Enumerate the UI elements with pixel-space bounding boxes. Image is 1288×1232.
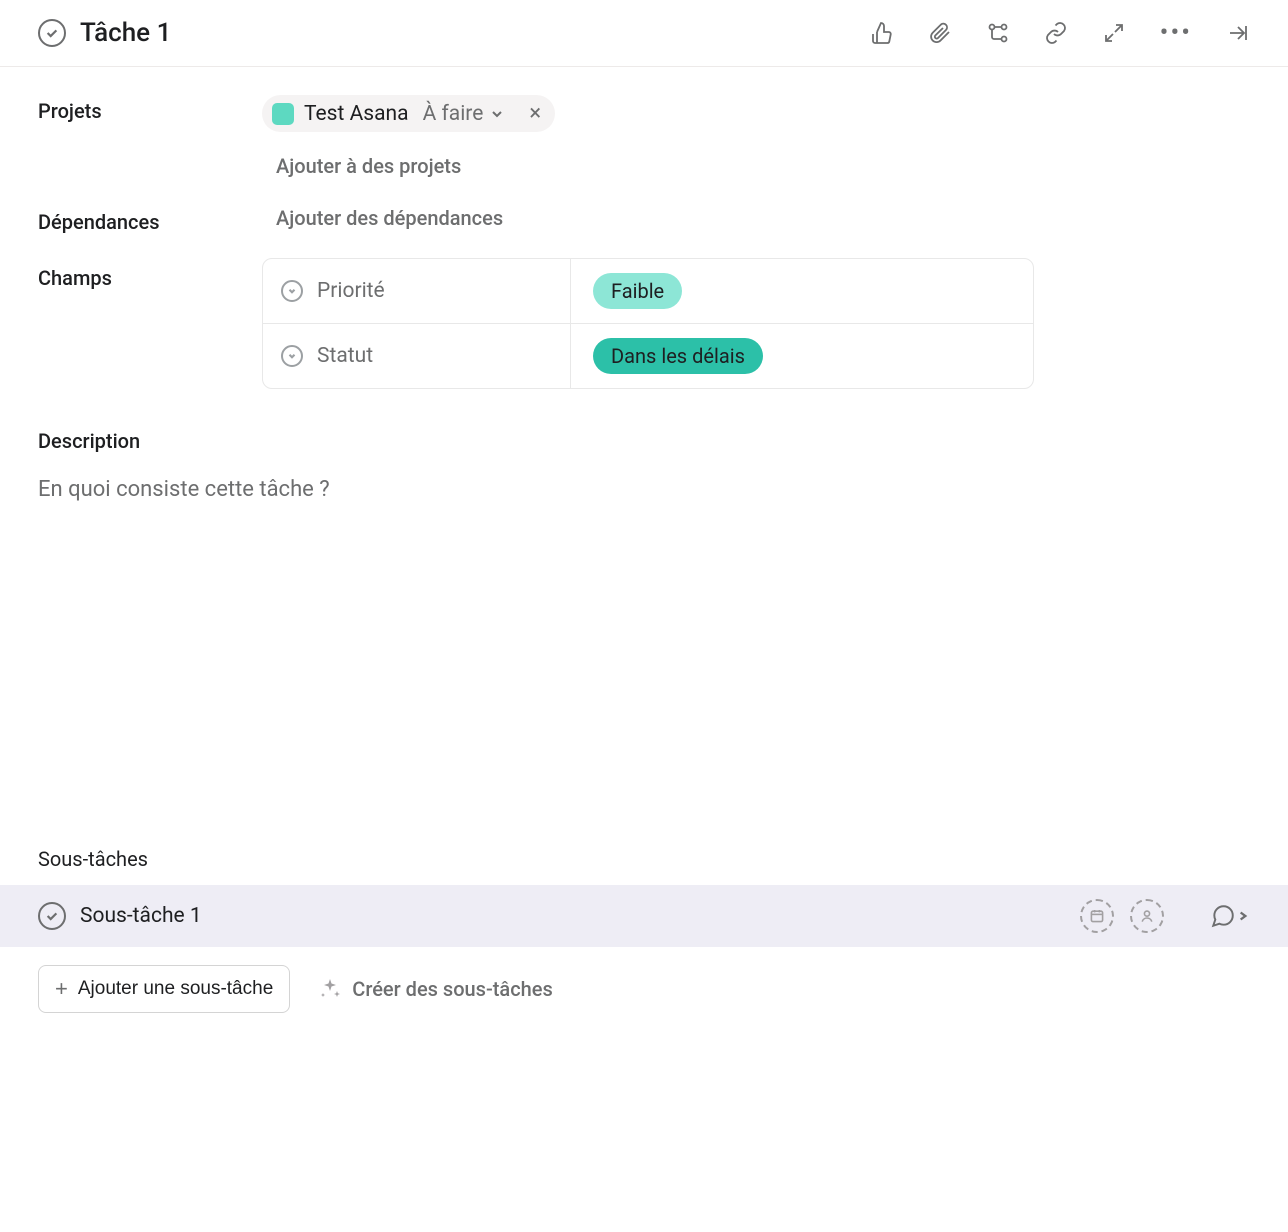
subtask-assignee-button[interactable] — [1130, 899, 1164, 933]
project-name: Test Asana — [304, 102, 409, 126]
remove-project-icon[interactable]: × — [529, 101, 541, 126]
task-header: Tâche 1 ••• — [0, 0, 1288, 67]
header-left: Tâche 1 — [38, 18, 171, 48]
dependencies-label: Dépendances — [38, 206, 262, 234]
link-icon[interactable] — [1044, 21, 1068, 45]
dependencies-row: Dépendances Ajouter des dépendances — [38, 206, 1250, 234]
subtask-details-button[interactable] — [1210, 903, 1250, 929]
fields-table: Priorité Faible Statut Dans les délais — [262, 258, 1034, 389]
plus-icon: + — [55, 976, 68, 1002]
dropdown-icon — [281, 345, 303, 367]
dropdown-icon — [281, 280, 303, 302]
add-subtask-button[interactable]: + Ajouter une sous-tâche — [38, 965, 290, 1013]
attachment-icon[interactable] — [928, 21, 952, 45]
custom-fields-label: Champs — [38, 262, 262, 290]
priority-pill: Faible — [593, 273, 682, 309]
expand-icon[interactable] — [1102, 21, 1126, 45]
sparkle-icon — [318, 977, 342, 1001]
projects-row: Projets Test Asana À faire × Ajouter à d… — [38, 95, 1250, 178]
task-content: Projets Test Asana À faire × Ajouter à d… — [0, 67, 1288, 947]
more-icon[interactable]: ••• — [1160, 18, 1192, 48]
project-chip[interactable]: Test Asana À faire × — [262, 95, 555, 132]
status-pill: Dans les délais — [593, 338, 763, 374]
collapse-panel-icon[interactable] — [1226, 21, 1250, 45]
add-to-projects-link[interactable]: Ajouter à des projets — [262, 154, 1250, 178]
create-subtasks-button[interactable]: Créer des sous-tâches — [318, 977, 553, 1001]
subtask-title[interactable]: Sous-tâche 1 — [80, 904, 202, 928]
chevron-down-icon — [489, 106, 505, 122]
bottom-actions: + Ajouter une sous-tâche Créer des sous-… — [0, 947, 1288, 1031]
subtasks-label: Sous-tâches — [38, 847, 1250, 871]
complete-subtask-check[interactable] — [38, 902, 66, 930]
description-input[interactable]: En quoi consiste cette tâche ? — [38, 477, 1250, 502]
status-field-value[interactable]: Dans les délais — [571, 338, 1033, 374]
custom-fields-value: Priorité Faible Statut Dans les délais — [262, 262, 1250, 389]
priority-field-label: Priorité — [263, 259, 571, 323]
subtask-date-button[interactable] — [1080, 899, 1114, 933]
description-section: Description En quoi consiste cette tâche… — [38, 429, 1250, 502]
dependencies-value: Ajouter des dépendances — [262, 206, 1250, 230]
projects-label: Projets — [38, 95, 262, 123]
status-row: Statut Dans les délais — [263, 324, 1033, 388]
subtask-right — [1080, 899, 1250, 933]
project-status-dropdown[interactable]: À faire — [423, 102, 506, 126]
description-label: Description — [38, 429, 1250, 453]
priority-field-value[interactable]: Faible — [571, 273, 1033, 309]
subtask-left: Sous-tâche 1 — [38, 902, 202, 930]
like-icon[interactable] — [870, 21, 894, 45]
priority-row: Priorité Faible — [263, 259, 1033, 324]
header-actions: ••• — [870, 18, 1250, 48]
complete-task-check[interactable] — [38, 19, 66, 47]
add-dependencies-link[interactable]: Ajouter des dépendances — [262, 206, 503, 230]
custom-fields-row: Champs Priorité Faible — [38, 262, 1250, 389]
subtasks-section: Sous-tâches Sous-tâche 1 — [38, 847, 1250, 947]
task-title[interactable]: Tâche 1 — [80, 18, 171, 48]
status-field-label: Statut — [263, 324, 571, 388]
subtasks-icon[interactable] — [986, 21, 1010, 45]
project-color-swatch — [272, 103, 294, 125]
projects-value: Test Asana À faire × Ajouter à des proje… — [262, 95, 1250, 178]
subtask-row[interactable]: Sous-tâche 1 — [0, 885, 1288, 947]
